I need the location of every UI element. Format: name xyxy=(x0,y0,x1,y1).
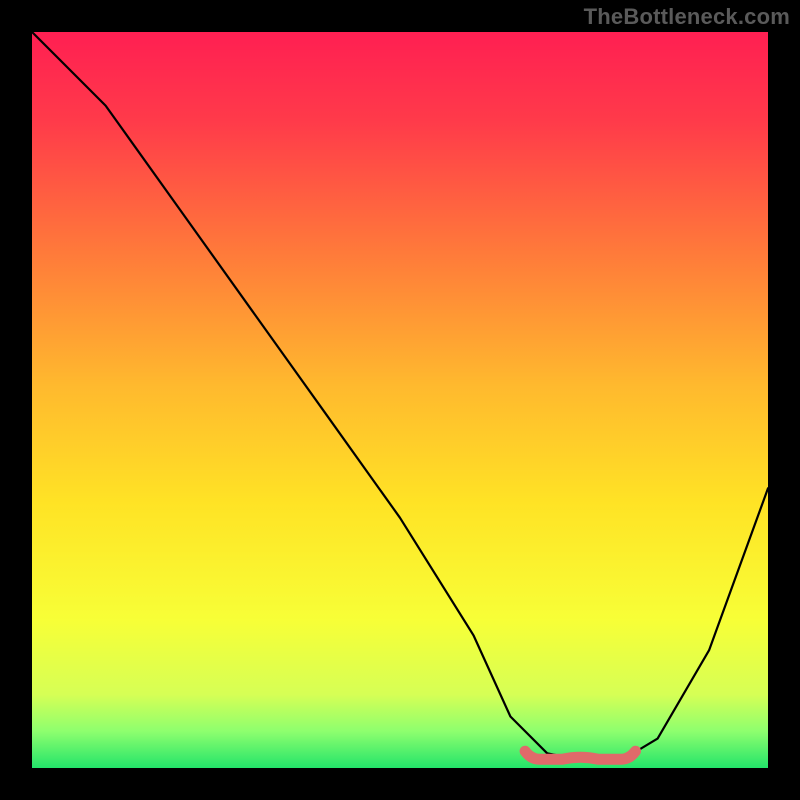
chart-svg xyxy=(32,32,768,768)
chart-frame: TheBottleneck.com xyxy=(0,0,800,800)
chart-plot-area xyxy=(32,32,768,768)
chart-background-gradient xyxy=(32,32,768,768)
watermark-text: TheBottleneck.com xyxy=(584,4,790,30)
